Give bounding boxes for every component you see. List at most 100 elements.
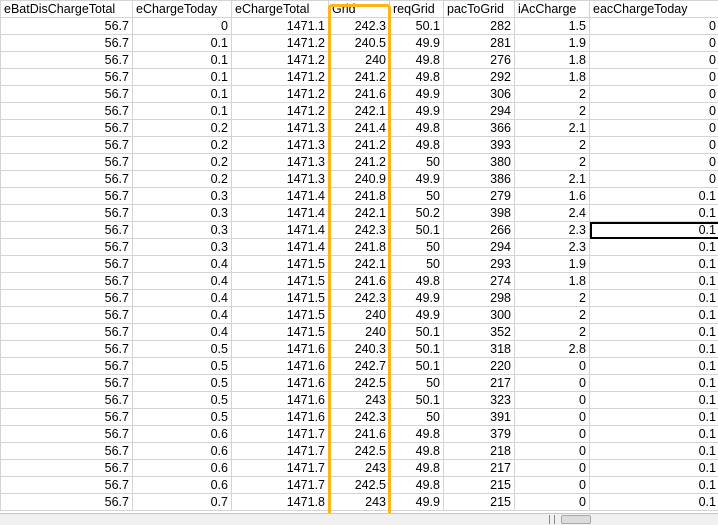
cell[interactable]: 49.8 (389, 68, 444, 86)
cell[interactable]: 1471.4 (231, 187, 329, 205)
cell[interactable]: 0 (589, 119, 718, 137)
cell[interactable]: 0.6 (132, 442, 232, 460)
cell[interactable]: 1471.3 (231, 136, 329, 154)
column-header[interactable]: reqGrid (389, 0, 444, 18)
cell[interactable]: 0 (514, 408, 590, 426)
cell[interactable]: 241.2 (328, 153, 390, 171)
cell[interactable]: 220 (443, 357, 515, 375)
cell[interactable]: 0.2 (132, 136, 232, 154)
cell[interactable]: 0.1 (589, 187, 718, 205)
cell[interactable]: 2 (514, 153, 590, 171)
cell[interactable]: 2 (514, 85, 590, 103)
cell[interactable]: 240 (328, 51, 390, 69)
cell[interactable]: 0.3 (132, 204, 232, 222)
cell[interactable]: 0 (589, 136, 718, 154)
cell[interactable]: 1471.5 (231, 306, 329, 324)
cell[interactable]: 0.2 (132, 170, 232, 188)
cell[interactable]: 240 (328, 306, 390, 324)
cell[interactable]: 56.7 (0, 255, 133, 273)
cell[interactable]: 1471.7 (231, 476, 329, 494)
cell[interactable]: 240.9 (328, 170, 390, 188)
cell[interactable]: 0.1 (132, 68, 232, 86)
cell[interactable]: 56.7 (0, 102, 133, 120)
cell[interactable]: 56.7 (0, 493, 133, 511)
cell[interactable]: 0 (589, 170, 718, 188)
cell[interactable]: 0 (514, 374, 590, 392)
active-cell[interactable]: 0.1 (589, 221, 718, 239)
cell[interactable]: 49.8 (389, 476, 444, 494)
cell[interactable]: 49.8 (389, 442, 444, 460)
cell[interactable]: 1471.6 (231, 340, 329, 358)
cell[interactable]: 0.1 (132, 102, 232, 120)
cell[interactable]: 0.1 (589, 289, 718, 307)
cell[interactable]: 0.1 (132, 85, 232, 103)
cell[interactable]: 56.7 (0, 119, 133, 137)
cell[interactable]: 0.5 (132, 408, 232, 426)
cell[interactable]: 0 (514, 493, 590, 511)
cell[interactable]: 266 (443, 221, 515, 239)
cell[interactable]: 1471.2 (231, 102, 329, 120)
cell[interactable]: 0.3 (132, 238, 232, 256)
cell[interactable]: 0 (514, 476, 590, 494)
cell[interactable]: 0 (514, 459, 590, 477)
cell[interactable]: 50 (389, 153, 444, 171)
cell[interactable]: 0 (589, 34, 718, 52)
cell[interactable]: 1471.7 (231, 442, 329, 460)
cell[interactable]: 56.7 (0, 204, 133, 222)
cell[interactable]: 1.9 (514, 255, 590, 273)
cell[interactable]: 215 (443, 476, 515, 494)
cell[interactable]: 0.1 (589, 391, 718, 409)
cell[interactable]: 56.7 (0, 51, 133, 69)
cell[interactable]: 50 (389, 187, 444, 205)
cell[interactable]: 0.1 (589, 323, 718, 341)
cell[interactable]: 56.7 (0, 408, 133, 426)
cell[interactable]: 2 (514, 102, 590, 120)
cell[interactable]: 56.7 (0, 85, 133, 103)
cell[interactable]: 241.6 (328, 272, 390, 290)
cell[interactable]: 49.8 (389, 119, 444, 137)
cell[interactable]: 294 (443, 238, 515, 256)
cell[interactable]: 241.2 (328, 136, 390, 154)
cell[interactable]: 0.3 (132, 221, 232, 239)
cell[interactable]: 50 (389, 238, 444, 256)
cell[interactable]: 1471.5 (231, 255, 329, 273)
cell[interactable]: 50 (389, 374, 444, 392)
cell[interactable]: 56.7 (0, 153, 133, 171)
cell[interactable]: 0 (589, 102, 718, 120)
cell[interactable]: 1471.4 (231, 238, 329, 256)
cell[interactable]: 241.8 (328, 187, 390, 205)
cell[interactable]: 56.7 (0, 34, 133, 52)
cell[interactable]: 49.9 (389, 34, 444, 52)
cell[interactable]: 0.3 (132, 187, 232, 205)
cell[interactable]: 49.9 (389, 493, 444, 511)
cell[interactable]: 56.7 (0, 476, 133, 494)
cell[interactable]: 49.8 (389, 459, 444, 477)
cell[interactable]: 217 (443, 374, 515, 392)
cell[interactable]: 0 (589, 17, 718, 35)
cell[interactable]: 2.8 (514, 340, 590, 358)
cell[interactable]: 2.1 (514, 119, 590, 137)
cell[interactable]: 0.1 (589, 238, 718, 256)
cell[interactable]: 2.3 (514, 221, 590, 239)
cell[interactable]: 2.1 (514, 170, 590, 188)
cell[interactable]: 1.8 (514, 272, 590, 290)
cell[interactable]: 1471.5 (231, 289, 329, 307)
cell[interactable]: 2.3 (514, 238, 590, 256)
cell[interactable]: 1471.4 (231, 204, 329, 222)
cell[interactable]: 50.1 (389, 17, 444, 35)
cell[interactable]: 1471.5 (231, 272, 329, 290)
cell[interactable]: 50.1 (389, 391, 444, 409)
cell[interactable]: 1471.3 (231, 119, 329, 137)
cell[interactable]: 1.9 (514, 34, 590, 52)
cell[interactable]: 49.9 (389, 289, 444, 307)
cell[interactable]: 217 (443, 459, 515, 477)
cell[interactable]: 380 (443, 153, 515, 171)
cell[interactable]: 50 (389, 408, 444, 426)
cell[interactable]: 56.7 (0, 289, 133, 307)
cell[interactable]: 1.5 (514, 17, 590, 35)
cell[interactable]: 56.7 (0, 17, 133, 35)
cell[interactable]: 242.1 (328, 102, 390, 120)
cell[interactable]: 240.3 (328, 340, 390, 358)
cell[interactable]: 2.4 (514, 204, 590, 222)
cell[interactable]: 292 (443, 68, 515, 86)
